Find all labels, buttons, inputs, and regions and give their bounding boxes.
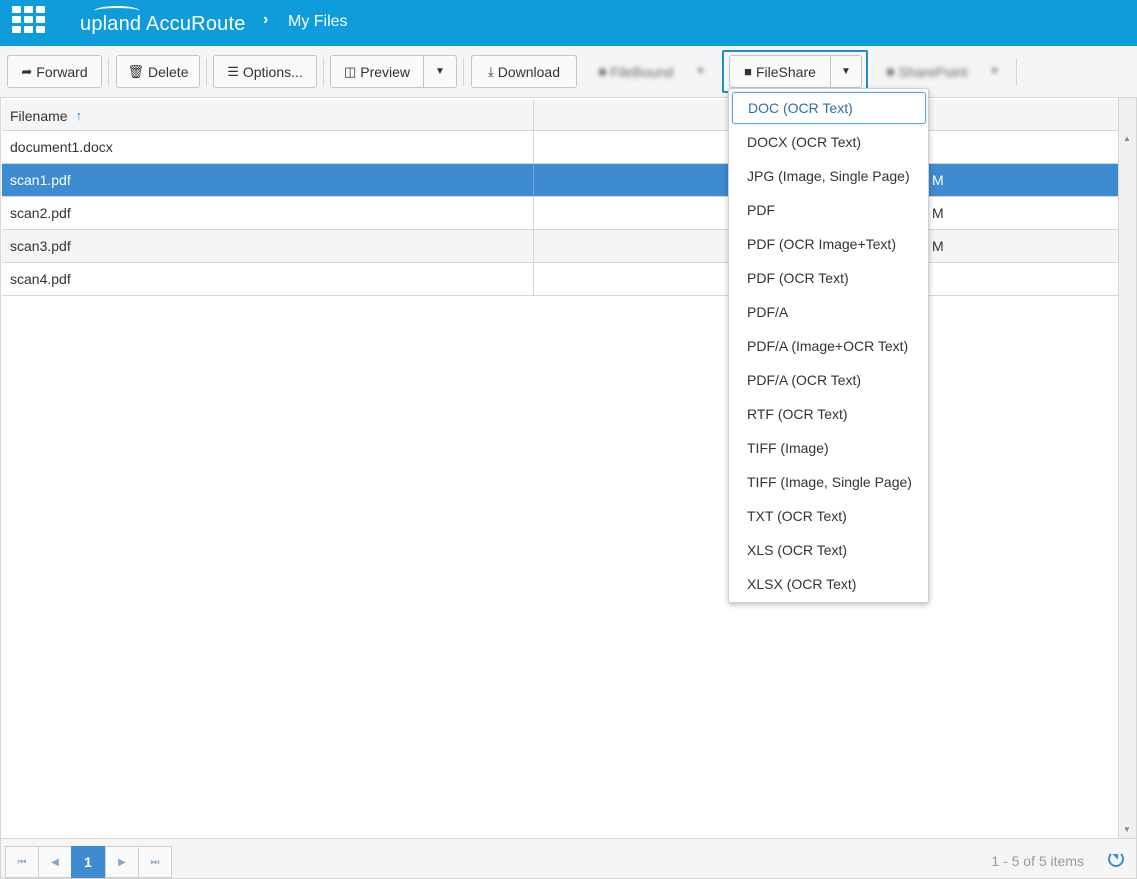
menu-item-pdfa-ocr-text[interactable]: PDF/A (OCR Text): [732, 364, 926, 396]
folder-icon: ■: [598, 64, 607, 79]
last-page-button[interactable]: ⏭: [138, 846, 172, 878]
delete-label: Delete: [148, 63, 189, 80]
options-label: Options...: [242, 63, 303, 80]
scroll-up-icon[interactable]: ▲: [1123, 134, 1131, 143]
table-row[interactable]: scan3.pdf M: [2, 230, 1119, 263]
pager: ⏮ ◀ 1 ▶ ⏭ 1 - 5 of 5 items: [0, 838, 1137, 879]
menu-item-docx-ocr[interactable]: DOCX (OCR Text): [732, 126, 926, 158]
toolbar-divider: [463, 58, 464, 86]
first-page-icon: ⏮: [17, 856, 27, 868]
blurred-filebound-button[interactable]: ■ FileBound ▼: [588, 55, 716, 88]
forward-icon: ➦: [21, 64, 33, 79]
fileshare-format-menu: DOC (OCR Text) DOCX (OCR Text) JPG (Imag…: [728, 88, 929, 603]
extra-cell-text: M: [932, 238, 944, 254]
download-label: Download: [497, 63, 560, 80]
files-grid: Filename ↑ document1.docx scan1.pdf M sc…: [0, 98, 1137, 838]
fileshare-focus-highlight: [722, 50, 868, 93]
menu-item-pdf-ocr-text[interactable]: PDF (OCR Text): [732, 262, 926, 294]
table-row[interactable]: scan2.pdf M: [2, 197, 1119, 230]
table-row-selected[interactable]: scan1.pdf M: [2, 164, 1119, 197]
next-page-icon: ▶: [118, 856, 126, 868]
logo-text: upland AccuRoute: [80, 13, 246, 35]
sort-ascending-icon: ↑: [75, 108, 83, 123]
app-header: upland AccuRoute › My Files: [0, 0, 1137, 46]
toolbar-divider: [1016, 58, 1017, 86]
filename-cell: document1.docx: [2, 131, 534, 163]
blurred-sharepoint-button[interactable]: ■ SharePoint ▼: [876, 55, 1010, 88]
filename-cell: scan3.pdf: [2, 230, 534, 262]
scroll-down-icon[interactable]: ▼: [1123, 825, 1131, 834]
menu-item-txt-ocr[interactable]: TXT (OCR Text): [732, 500, 926, 532]
caret-down-icon: ▼: [435, 66, 445, 77]
column-header-filename[interactable]: Filename ↑: [2, 100, 534, 131]
toolbar-divider: [108, 58, 109, 86]
folder-icon: ■: [886, 64, 895, 79]
page-title: My Files: [288, 13, 348, 30]
blurred-label: FileBound: [610, 63, 674, 80]
menu-item-rtf-ocr[interactable]: RTF (OCR Text): [732, 398, 926, 430]
table-row[interactable]: document1.docx: [2, 131, 1119, 164]
menu-item-jpg-single[interactable]: JPG (Image, Single Page): [732, 160, 926, 192]
menu-item-doc-ocr[interactable]: DOC (OCR Text): [732, 92, 926, 124]
preview-button[interactable]: ◫ Preview: [330, 55, 424, 88]
first-page-button[interactable]: ⏮: [5, 846, 39, 878]
filename-cell: scan4.pdf: [2, 263, 534, 295]
vertical-scrollbar[interactable]: ▲ ▼: [1118, 98, 1136, 838]
preview-pane-icon: ◫: [343, 64, 357, 79]
caret-down-icon: ▼: [695, 66, 706, 77]
column-header-label: Filename: [10, 107, 68, 124]
table-row[interactable]: scan4.pdf: [2, 263, 1119, 296]
page-number-button[interactable]: 1: [71, 846, 105, 878]
blurred-label: SharePoint: [898, 63, 968, 80]
breadcrumb-chevron-icon: ›: [263, 11, 269, 28]
next-page-button[interactable]: ▶: [105, 846, 139, 878]
filename-cell: scan2.pdf: [2, 197, 534, 229]
forward-button[interactable]: ➦ Forward: [7, 55, 102, 88]
caret-down-icon: ▼: [989, 66, 1000, 77]
menu-item-pdfa[interactable]: PDF/A: [732, 296, 926, 328]
trash-icon: 🗑: [127, 64, 145, 79]
prev-page-icon: ◀: [51, 856, 59, 868]
pager-info: 1 - 5 of 5 items: [991, 853, 1084, 869]
last-page-icon: ⏭: [150, 856, 160, 868]
menu-item-tiff-image[interactable]: TIFF (Image): [732, 432, 926, 464]
app-grid-icon[interactable]: [12, 6, 46, 34]
preview-dropdown-toggle[interactable]: ▼: [424, 55, 457, 88]
prev-page-button[interactable]: ◀: [38, 846, 72, 878]
filename-cell: scan1.pdf: [2, 164, 534, 196]
refresh-icon[interactable]: [1108, 851, 1124, 867]
menu-item-pdf[interactable]: PDF: [732, 194, 926, 226]
menu-item-pdfa-image-ocr[interactable]: PDF/A (Image+OCR Text): [732, 330, 926, 362]
menu-item-pdf-ocr-image-text[interactable]: PDF (OCR Image+Text): [732, 228, 926, 260]
forward-label: Forward: [36, 63, 88, 80]
toolbar-divider: [206, 58, 207, 86]
menu-item-xls-ocr[interactable]: XLS (OCR Text): [732, 534, 926, 566]
delete-button[interactable]: 🗑 Delete: [116, 55, 200, 88]
menu-item-tiff-single[interactable]: TIFF (Image, Single Page): [732, 466, 926, 498]
download-button[interactable]: ⤓ Download: [471, 55, 577, 88]
toolbar: ➦ Forward 🗑 Delete ☰ Options... ◫ Previe…: [0, 46, 1137, 98]
menu-item-xlsx-ocr[interactable]: XLSX (OCR Text): [732, 568, 926, 600]
toolbar-divider: [323, 58, 324, 86]
download-icon: ⤓: [487, 64, 494, 79]
grid-header: Filename ↑: [2, 100, 1119, 131]
preview-label: Preview: [360, 63, 411, 80]
options-button[interactable]: ☰ Options...: [213, 55, 317, 88]
extra-cell-text: M: [932, 205, 944, 221]
list-icon: ☰: [227, 64, 239, 79]
extra-cell-text: M: [932, 172, 944, 188]
